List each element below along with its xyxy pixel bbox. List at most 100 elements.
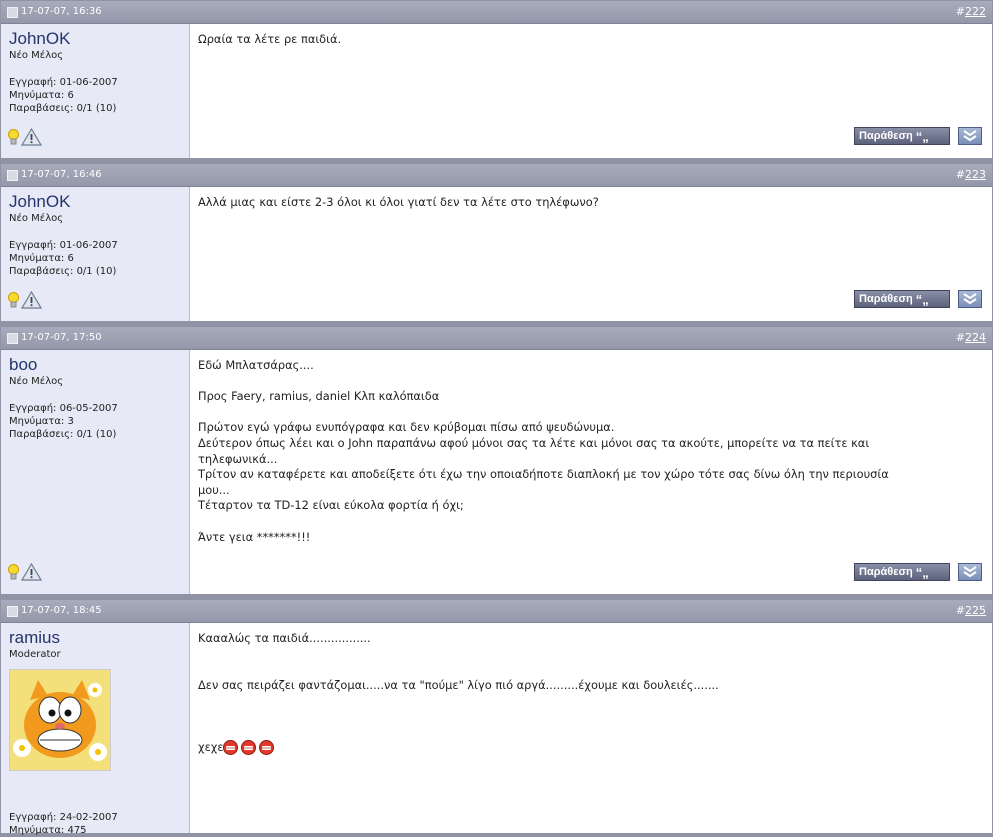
post-status-icon bbox=[7, 7, 18, 18]
user-title: Moderator bbox=[9, 649, 61, 660]
post-buttons: Παράθεση “„ bbox=[854, 563, 982, 581]
quote-mark-icon: “„ bbox=[915, 564, 929, 580]
post-body: JohnOK Νέο Μέλος Εγγραφή: 01-06-2007 Μην… bbox=[1, 187, 992, 321]
quote-button[interactable]: Παράθεση “„ bbox=[854, 127, 950, 145]
laughing-smiley-icon bbox=[241, 740, 257, 756]
post-number-link[interactable]: 225 bbox=[965, 604, 986, 617]
post-number-link[interactable]: 223 bbox=[965, 168, 986, 181]
username[interactable]: boo bbox=[9, 355, 37, 375]
quote-label: Παράθεση bbox=[859, 293, 913, 305]
message-line: Τρίτον αν καταφέρετε και αποδείξετε ότι … bbox=[198, 467, 889, 482]
post-date: 17-07-07, 17:50 bbox=[21, 332, 102, 343]
multi-quote-button[interactable] bbox=[958, 290, 982, 308]
double-chevron-down-icon bbox=[963, 566, 977, 578]
post-date: 17-07-07, 16:46 bbox=[21, 169, 102, 180]
message-line bbox=[198, 374, 889, 390]
post-body: ramius Moderator Εγγραφή: 24-02-2007 Μην… bbox=[1, 623, 992, 836]
post-number-hash: # bbox=[955, 604, 965, 617]
report-warning-icon[interactable] bbox=[21, 128, 42, 146]
double-chevron-down-icon bbox=[963, 293, 977, 305]
post-223: 17-07-07, 16:46 #223 JohnOK Νέο Μέλος Εγ… bbox=[0, 163, 993, 323]
message-line bbox=[198, 405, 889, 421]
post-224: 17-07-07, 17:50 #224 boo Νέο Μέλος Εγγρα… bbox=[0, 326, 993, 596]
user-column: JohnOK Νέο Μέλος Εγγραφή: 01-06-2007 Μην… bbox=[1, 187, 190, 321]
post-number-link[interactable]: 224 bbox=[965, 331, 986, 344]
post-header: 17-07-07, 17:50 #224 bbox=[1, 327, 992, 350]
post-date: 17-07-07, 18:45 bbox=[21, 605, 102, 616]
multi-quote-button[interactable] bbox=[958, 563, 982, 581]
post-status-icon bbox=[7, 170, 18, 181]
post-buttons: Παράθεση “„ bbox=[854, 127, 982, 145]
garfield-avatar-image bbox=[10, 670, 110, 770]
message-line: Άντε γεια *******!!! bbox=[198, 529, 311, 544]
post-number-hash: # bbox=[955, 5, 965, 18]
message-line bbox=[198, 662, 719, 678]
message-line: Καααλώς τα παιδιά................. bbox=[198, 631, 371, 645]
post-count: Μηνύματα: 6 bbox=[9, 253, 74, 264]
post-number: #223 bbox=[956, 168, 986, 181]
message-line bbox=[198, 725, 719, 741]
user-icons bbox=[8, 563, 42, 581]
post-status-icon bbox=[7, 606, 18, 617]
post-header: 17-07-07, 16:46 #223 bbox=[1, 164, 992, 187]
username[interactable]: JohnOK bbox=[9, 192, 70, 212]
message-line: Πρώτον εγώ γράφω ενυπόγραφα και δεν κρύβ… bbox=[198, 420, 615, 435]
post-count: Μηνύματα: 6 bbox=[9, 90, 74, 101]
multi-quote-button[interactable] bbox=[958, 127, 982, 145]
quote-label: Παράθεση bbox=[859, 566, 913, 578]
post-message: Ωραία τα λέτε ρε παιδιά. bbox=[198, 32, 341, 47]
message-line: Προς Faery, ramius, daniel Κλπ καλόπαιδα bbox=[198, 389, 440, 404]
double-chevron-down-icon bbox=[963, 130, 977, 142]
report-warning-icon[interactable] bbox=[21, 291, 42, 309]
message-line: Εδώ Μπλατσάρας.... bbox=[198, 358, 314, 372]
post-buttons: Παράθεση “„ bbox=[854, 290, 982, 308]
infractions: Παραβάσεις: 0/1 (10) bbox=[9, 429, 117, 440]
message-line: Δεύτερον όπως λέει και ο John παραπάνω α… bbox=[198, 435, 870, 450]
quote-button[interactable]: Παράθεση “„ bbox=[854, 563, 950, 581]
user-title: Νέο Μέλος bbox=[9, 213, 64, 224]
lightbulb-icon[interactable] bbox=[8, 129, 19, 146]
post-number: #222 bbox=[956, 5, 986, 18]
message-line: τηλεφωνικά... bbox=[198, 451, 278, 466]
user-icons bbox=[8, 291, 42, 309]
username[interactable]: JohnOK bbox=[9, 29, 70, 49]
quote-mark-icon: “„ bbox=[915, 128, 929, 144]
post-number: #224 bbox=[956, 331, 986, 344]
message-line: Ωραία τα λέτε ρε παιδιά. bbox=[198, 32, 342, 46]
post-body: JohnOK Νέο Μέλος Εγγραφή: 01-06-2007 Μην… bbox=[1, 24, 992, 158]
message-line: χεχε bbox=[198, 740, 719, 756]
post-date: 17-07-07, 16:36 bbox=[21, 6, 102, 17]
post-count: Μηνύματα: 3 bbox=[9, 416, 74, 427]
message-line: μου... bbox=[198, 482, 230, 497]
post-status-icon bbox=[7, 333, 18, 344]
quote-button[interactable]: Παράθεση “„ bbox=[854, 290, 950, 308]
post-message: Αλλά μιας και είστε 2-3 όλοι κι όλοι για… bbox=[198, 195, 599, 210]
lightbulb-icon[interactable] bbox=[8, 292, 19, 309]
message-text: χεχε bbox=[198, 740, 224, 755]
infractions: Παραβάσεις: 0/1 (10) bbox=[9, 103, 117, 114]
user-title: Νέο Μέλος bbox=[9, 50, 64, 61]
post-number: #225 bbox=[956, 604, 986, 617]
post-message: Εδώ Μπλατσάρας.... Προς Faery, ramius, d… bbox=[198, 358, 889, 545]
lightbulb-icon[interactable] bbox=[8, 564, 19, 581]
infractions: Παραβάσεις: 0/1 (10) bbox=[9, 266, 117, 277]
post-222: 17-07-07, 16:36 #222 JohnOK Νέο Μέλος Εγ… bbox=[0, 0, 993, 160]
user-info: Εγγραφή: 24-02-2007 Μηνύματα: 475 bbox=[9, 811, 118, 837]
quote-mark-icon: “„ bbox=[915, 291, 929, 307]
post-message: Καααλώς τα παιδιά................. Δεν σ… bbox=[198, 631, 719, 756]
message-line: Αλλά μιας και είστε 2-3 όλοι κι όλοι για… bbox=[198, 195, 599, 209]
post-number-link[interactable]: 222 bbox=[965, 5, 986, 18]
report-warning-icon[interactable] bbox=[21, 563, 42, 581]
message-line: Δεν σας πειράζει φαντάζομαι.....να τα "π… bbox=[198, 677, 719, 692]
username[interactable]: ramius bbox=[9, 628, 60, 648]
join-date: Εγγραφή: 06-05-2007 bbox=[9, 403, 118, 414]
post-header: 17-07-07, 18:45 #225 bbox=[1, 600, 992, 623]
post-number-hash: # bbox=[955, 168, 965, 181]
message-line bbox=[198, 514, 889, 530]
join-date: Εγγραφή: 01-06-2007 bbox=[9, 77, 118, 88]
user-info: Εγγραφή: 01-06-2007 Μηνύματα: 6 Παραβάσε… bbox=[9, 239, 118, 278]
post-225: 17-07-07, 18:45 #225 ramius Moderator Εγ… bbox=[0, 599, 993, 836]
user-column: ramius Moderator Εγγραφή: 24-02-2007 Μην… bbox=[1, 623, 190, 836]
user-icons bbox=[8, 128, 42, 146]
message-line: Τέταρτον τα TD-12 είναι εύκολα φορτία ή … bbox=[198, 498, 464, 513]
